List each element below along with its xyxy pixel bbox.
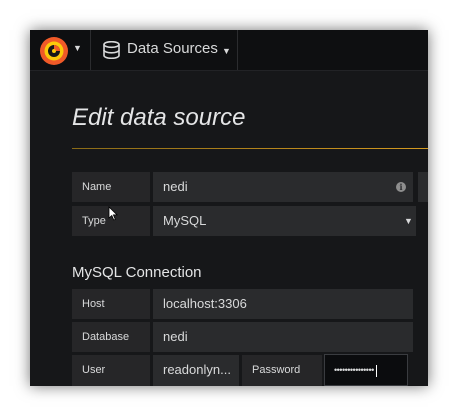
database-icon (103, 41, 120, 59)
name-input-value: nedi (163, 179, 188, 194)
mouse-pointer-icon (108, 206, 118, 221)
user-input[interactable]: readonlyn... (153, 355, 239, 386)
grafana-menu-button[interactable]: ▼ (30, 30, 91, 70)
data-sources-menu[interactable]: Data Sources ▼ (91, 30, 238, 70)
type-select[interactable]: MySQL ▼ (153, 206, 416, 236)
grafana-logo-icon (40, 37, 68, 65)
caret-down-icon: ▼ (404, 216, 413, 226)
grafana-window: ▼ Data Sources ▼ Edit data source Name n… (30, 30, 428, 386)
title-divider (72, 148, 428, 149)
caret-down-icon: ▼ (73, 43, 82, 53)
password-input[interactable]: ••••••••••••••• (324, 354, 408, 386)
name-label: Name (72, 172, 150, 202)
password-label: Password (242, 355, 322, 386)
default-toggle[interactable] (418, 172, 428, 202)
data-sources-label: Data Sources (127, 40, 218, 57)
text-cursor (375, 364, 377, 377)
host-label: Host (72, 289, 150, 319)
top-navbar: ▼ Data Sources ▼ (30, 30, 428, 71)
name-input[interactable]: nedi i (153, 172, 413, 202)
caret-down-icon: ▼ (222, 46, 231, 56)
type-select-value: MySQL (163, 213, 207, 228)
host-input[interactable]: localhost:3306 (153, 289, 413, 319)
mysql-connection-heading: MySQL Connection (72, 264, 202, 281)
page-title: Edit data source (72, 104, 246, 131)
database-input[interactable]: nedi (153, 322, 413, 352)
database-label: Database (72, 322, 150, 352)
info-icon[interactable]: i (396, 182, 406, 192)
password-input-value: ••••••••••••••• (334, 365, 374, 375)
user-label: User (72, 355, 150, 386)
